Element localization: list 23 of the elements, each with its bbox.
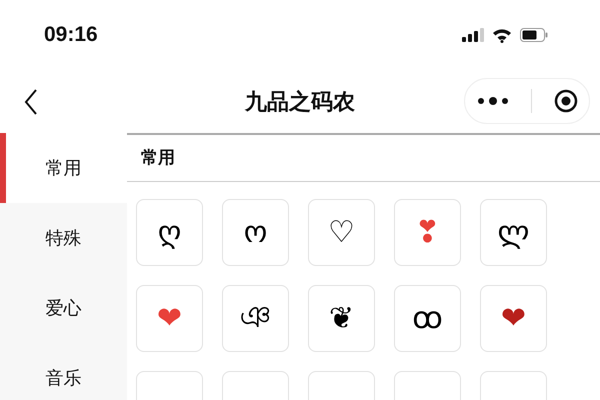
category-tab[interactable]: 音乐	[0, 343, 127, 400]
symbol-tile[interactable]: ❣	[394, 199, 461, 266]
page-title: 九品之码农	[245, 88, 355, 116]
symbol-tile[interactable]: ꝏ	[394, 285, 461, 352]
more-icon[interactable]	[476, 96, 510, 106]
symbol-tile[interactable]: ❤	[480, 285, 547, 352]
symbol-tile[interactable]: ❤	[136, 285, 203, 352]
symbol-tile[interactable]: ლ	[480, 199, 547, 266]
category-tab[interactable]: 常用	[0, 133, 127, 203]
symbol-tile[interactable]: ო	[222, 199, 289, 266]
status-time: 09:16	[44, 23, 98, 47]
symbol-tile[interactable]: ❦	[308, 285, 375, 352]
symbol-tile[interactable]: ♡	[308, 199, 375, 266]
section-title: 常用	[127, 135, 600, 182]
category-tab[interactable]: 爱心	[0, 273, 127, 343]
symbol-tile[interactable]: ღ	[136, 199, 203, 266]
symbol-tile[interactable]: ঞ	[222, 285, 289, 352]
signal-icon	[462, 28, 484, 42]
category-tab[interactable]: 特殊	[0, 203, 127, 273]
wifi-icon	[492, 28, 512, 42]
battery-icon	[520, 28, 548, 42]
close-icon[interactable]	[554, 89, 578, 113]
back-icon[interactable]	[24, 89, 38, 115]
